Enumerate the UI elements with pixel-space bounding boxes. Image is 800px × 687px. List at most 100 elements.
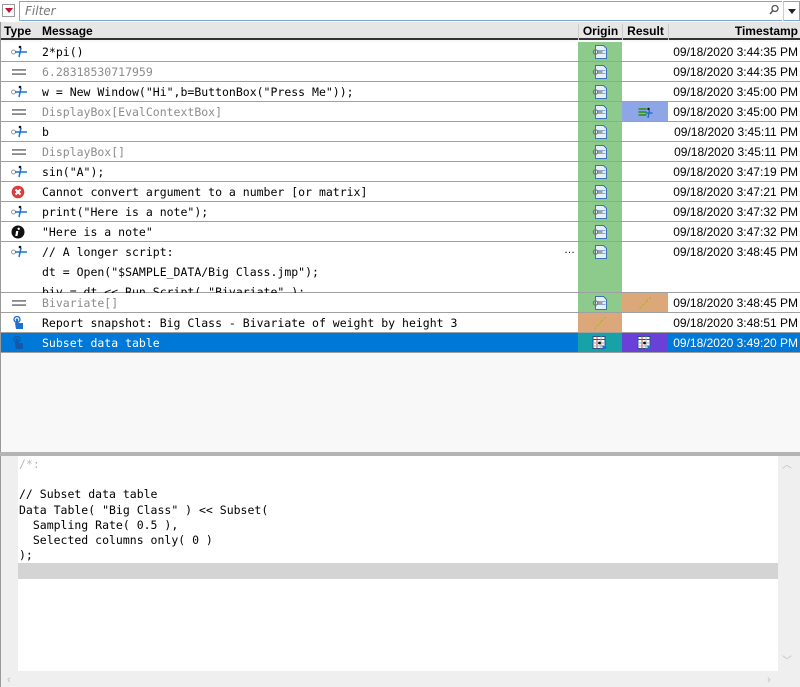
log-message: 6.28318530717959 — [42, 65, 153, 79]
origin-cell[interactable] — [578, 142, 622, 161]
vertical-scrollbar[interactable]: ︿ ﹀ — [778, 456, 796, 671]
script-file-icon — [592, 165, 608, 179]
log-row[interactable]: b 09/18/2020 3:45:11 PM — [1, 122, 800, 142]
origin-cell[interactable] — [578, 82, 622, 101]
origin-cell[interactable] — [578, 222, 622, 241]
column-header-result[interactable]: Result — [622, 24, 668, 40]
origin-cell[interactable] — [578, 62, 622, 81]
log-row[interactable]: 6.28318530717959 09/18/2020 3:44:35 PM — [1, 62, 800, 82]
origin-cell[interactable] — [578, 202, 622, 221]
log-timestamp: 09/18/2020 3:45:00 PM — [673, 105, 798, 119]
log-row[interactable]: Subset data table 09/18/2020 3:49:20 PM — [1, 333, 800, 353]
log-message: print("Here is a note"); — [42, 205, 209, 219]
hand-pointer-icon — [10, 315, 28, 330]
result-cell — [622, 182, 668, 201]
origin-cell[interactable] — [578, 122, 622, 141]
origin-cell[interactable] — [578, 333, 622, 352]
log-row[interactable]: Bivariate[] 09/18/2020 3:48:45 PM — [1, 293, 800, 313]
result-cell — [622, 42, 668, 61]
filter-bar — [0, 0, 800, 22]
search-icon[interactable] — [768, 4, 780, 16]
result-cell — [622, 122, 668, 141]
log-row[interactable]: DisplayBox[] 09/18/2020 3:45:11 PM — [1, 142, 800, 162]
error-icon — [10, 185, 28, 199]
info-icon — [10, 225, 28, 239]
script-entry-icon — [10, 245, 28, 259]
result-cell — [622, 62, 668, 81]
red-triangle-menu-button[interactable] — [2, 4, 15, 17]
script-file-icon — [592, 225, 608, 239]
column-header-message[interactable]: Message — [42, 24, 93, 38]
script-file-icon — [592, 125, 608, 139]
result-cell[interactable] — [622, 293, 668, 312]
origin-cell[interactable] — [578, 182, 622, 201]
result-cell[interactable] — [622, 333, 668, 352]
code-line[interactable]: ); — [18, 548, 778, 563]
origin-cell[interactable] — [578, 242, 622, 292]
script-file-icon — [592, 85, 608, 99]
result-cell — [622, 242, 668, 292]
log-row[interactable]: w = New Window("Hi",b=ButtonBox("Press M… — [1, 82, 800, 102]
filter-input[interactable] — [19, 1, 782, 21]
log-row[interactable]: DisplayBox[EvalContextBox] 09/18/2020 3:4… — [1, 102, 800, 122]
log-row[interactable]: 2*pi() 09/18/2020 3:44:35 PM — [1, 42, 800, 62]
log-message: Bivariate[] — [42, 296, 119, 310]
code-line[interactable]: /*: — [18, 457, 778, 472]
log-row[interactable]: Cannot convert argument to a number [or … — [1, 182, 800, 202]
log-message: DisplayBox[EvalContextBox] — [42, 105, 223, 119]
log-message: DisplayBox[] — [42, 145, 126, 159]
origin-cell[interactable] — [578, 313, 622, 332]
horizontal-scrollbar[interactable]: ‹ › — [2, 671, 778, 687]
result-cell — [622, 202, 668, 221]
origin-cell[interactable] — [578, 162, 622, 181]
code-line[interactable]: // Subset data table — [18, 487, 778, 502]
origin-cell[interactable] — [578, 102, 622, 121]
script-file-icon — [592, 185, 608, 199]
more-text-icon[interactable]: … — [564, 244, 575, 256]
data-table-icon — [592, 336, 608, 350]
scatter-plot-icon — [638, 296, 653, 310]
result-cell[interactable] — [622, 102, 668, 121]
script-file-icon — [592, 205, 608, 219]
log-table: Type Message Origin Result Timestamp 2*p… — [0, 22, 800, 452]
log-message: b — [42, 125, 49, 139]
filter-dropdown-button[interactable] — [783, 1, 800, 21]
current-code-line[interactable] — [18, 563, 778, 579]
origin-cell[interactable] — [578, 42, 622, 61]
scatter-plot-icon — [593, 316, 608, 330]
result-cell — [622, 142, 668, 161]
log-timestamp: 09/18/2020 3:45:11 PM — [674, 145, 798, 159]
script-entry-icon — [10, 125, 28, 139]
log-row[interactable]: "Here is a note" 09/18/2020 3:47:32 PM — [1, 222, 800, 242]
script-file-icon — [592, 145, 608, 159]
code-line[interactable]: Data Table( "Big Class" ) << Subset( — [18, 503, 778, 518]
script-file-icon — [592, 105, 608, 119]
script-entry-icon — [10, 165, 28, 179]
script-entry-icon — [10, 205, 28, 219]
log-timestamp: 09/18/2020 3:47:32 PM — [673, 225, 798, 239]
log-timestamp: 09/18/2020 3:48:51 PM — [673, 316, 798, 330]
scroll-up-icon[interactable]: ︿ — [782, 461, 792, 471]
column-header-type[interactable]: Type — [4, 24, 31, 38]
log-row[interactable]: // A longer script: dt = Open("$SAMPLE_D… — [1, 242, 800, 299]
script-file-icon — [592, 45, 608, 59]
result-equals-icon — [10, 105, 28, 119]
log-timestamp: 09/18/2020 3:47:19 PM — [673, 165, 798, 179]
column-header-timestamp[interactable]: Timestamp — [668, 24, 798, 40]
log-row[interactable]: sin("A"); 09/18/2020 3:47:19 PM — [1, 162, 800, 182]
code-line[interactable] — [18, 472, 778, 487]
scroll-right-icon[interactable]: › — [767, 674, 771, 686]
script-editor-text[interactable]: /*: // Subset data table Data Table( "Big… — [18, 456, 778, 671]
log-row[interactable]: print("Here is a note"); 09/18/2020 3:47:… — [1, 202, 800, 222]
column-header-origin[interactable]: Origin — [578, 24, 622, 40]
log-row[interactable]: Report snapshot: Big Class - Bivariate o… — [1, 313, 800, 333]
origin-cell[interactable] — [578, 293, 622, 312]
code-line[interactable]: Selected columns only( 0 ) — [18, 533, 778, 548]
log-timestamp: 09/18/2020 3:45:11 PM — [674, 125, 798, 139]
chevron-down-icon — [787, 8, 796, 14]
scroll-left-icon[interactable]: ‹ — [7, 674, 11, 686]
log-timestamp: 09/18/2020 3:44:35 PM — [673, 65, 798, 79]
scroll-down-icon[interactable]: ﹀ — [782, 657, 792, 667]
result-cell — [622, 82, 668, 101]
code-line[interactable]: Sampling Rate( 0.5 ), — [18, 518, 778, 533]
